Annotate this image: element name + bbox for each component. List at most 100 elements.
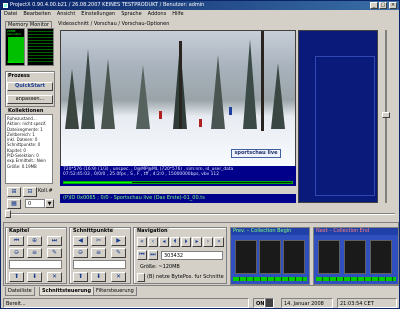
tab-dateiliste[interactable]: Dateiliste <box>5 287 35 296</box>
status-bar: Bereit... ON 14. Januar 2008 21:03:54 CE… <box>1 298 399 309</box>
nav-back-10-icon[interactable]: « <box>137 237 147 247</box>
prev-indicator <box>233 277 307 281</box>
chapter-load-icon[interactable]: ⬆ <box>9 272 24 282</box>
chapter-edit-icon[interactable]: ✎ <box>47 248 62 258</box>
nav-fwd-10-icon[interactable]: » <box>214 237 224 247</box>
position-slider[interactable] <box>3 209 399 219</box>
prev-collection-title: Prev. – Collection Begin <box>233 228 292 234</box>
add-collection-button[interactable]: ⊞ <box>7 187 21 197</box>
chapter-delete-icon[interactable]: ⊖ <box>9 248 24 258</box>
close-button[interactable]: × <box>389 2 397 9</box>
tree-trunk <box>261 31 264 131</box>
cut-select[interactable] <box>73 260 126 269</box>
tree <box>271 63 285 129</box>
memory-graph <box>27 28 54 66</box>
chapter-clear-icon[interactable]: ✕ <box>47 272 62 282</box>
koll-select[interactable]: 0 <box>25 199 45 208</box>
vertical-slider-thumb[interactable] <box>382 112 390 118</box>
menu-sprache[interactable]: Sprache <box>118 10 144 19</box>
menu-ansicht[interactable]: Ansicht <box>54 10 78 19</box>
nav-fwd-1-icon[interactable]: ▸ <box>192 237 202 247</box>
video-tab[interactable]: Videoschnitt / Vorschau / Vorschau-Optio… <box>58 21 169 28</box>
memory-used-text: 5MB used <box>7 60 22 64</box>
tab-schnittsteuerung[interactable]: Schnittsteuerung <box>39 287 95 296</box>
cut-load-icon[interactable]: ⬆ <box>73 272 88 282</box>
chapter-next-icon[interactable]: ⏭ <box>47 236 62 246</box>
size-display: Größe: ~120MB <box>137 262 223 271</box>
cut-delete-icon[interactable]: ⊖ <box>73 248 88 258</box>
position-slider-track <box>7 213 395 215</box>
kapitel-label: Kapitel <box>8 228 31 234</box>
maximize-button[interactable]: □ <box>379 2 387 9</box>
chevron-down-icon[interactable]: ▼ <box>45 199 54 208</box>
nav-position-input[interactable]: 303432 <box>161 251 223 260</box>
menu-addons[interactable]: Addons <box>145 10 170 19</box>
stream-progress-fill <box>64 182 133 183</box>
memory-bar: 29MB allocated 5MB used <box>5 28 25 66</box>
next-collection-title: Next – Collection End <box>316 228 370 234</box>
prev-thumb <box>283 240 305 274</box>
cut-save-icon[interactable]: ⬇ <box>91 272 106 282</box>
quickstart-button[interactable]: QuickStart <box>7 82 53 91</box>
info-line: exp.Ermittelt.: Nein <box>7 158 46 164</box>
minimize-button[interactable]: _ <box>370 2 378 9</box>
nav-end-icon[interactable]: ⏭ <box>148 250 158 260</box>
stream-info: 720*576 (16:9) (1/3) , unspec. , 0@MP@ML… <box>60 166 296 186</box>
tree-trunk <box>179 41 182 129</box>
remove-collection-button[interactable]: ⊟ <box>23 187 37 197</box>
video-preview: sportschau live <box>60 30 296 168</box>
anpassen-button[interactable]: anpassen... <box>7 95 53 104</box>
menu-hilfe[interactable]: Hilfe <box>169 10 186 19</box>
memory-allocated-text: 29MB allocated <box>7 29 21 36</box>
nav-next-frame-icon[interactable]: ⏵ <box>181 237 191 247</box>
nav-start-icon[interactable]: ⏮ <box>137 250 147 260</box>
cut-edit-icon[interactable]: ✎ <box>111 248 126 258</box>
tree <box>136 65 150 129</box>
bytepos-label: (B) netze BytePos. fur Schnitte <box>147 274 224 280</box>
nav-back-1-icon[interactable]: ◂ <box>159 237 169 247</box>
stream-info-line2: 07:52:45:03 , 0/0/0 , 25.0fps , S , F , … <box>63 172 219 177</box>
status-time: 21:03:54 CET <box>337 298 397 308</box>
status-indicator <box>265 298 274 308</box>
navigation-label: Navigation <box>136 228 169 234</box>
info-line: Größe: 0.19MB <box>7 163 37 169</box>
prev-thumb <box>259 240 281 274</box>
bytepos-checkbox[interactable] <box>137 273 145 282</box>
prev-collection-preview: Prev. – Collection Begin <box>230 227 310 285</box>
chapter-prev-icon[interactable]: ⏮ <box>9 236 24 246</box>
vertical-slider[interactable] <box>382 30 390 203</box>
memory-monitor-tab[interactable]: Memory Monitor <box>5 21 52 28</box>
app-window: ProjectX 0.90.4.00.b21 / 26.08.2007 KEIN… <box>0 0 400 309</box>
menu-datei[interactable]: Datei <box>1 10 20 19</box>
schnittpunkte-label: Schnittpunkte <box>72 228 114 234</box>
prozess-label: Prozess <box>7 73 31 79</box>
chapter-list-icon[interactable]: ≡ <box>27 248 42 258</box>
skier <box>159 111 162 119</box>
tree <box>81 49 95 129</box>
cut-prev-icon[interactable]: ◀ <box>73 236 88 246</box>
collection-tool-button[interactable]: ▦ <box>7 199 21 209</box>
position-slider-thumb[interactable] <box>5 210 11 218</box>
tree <box>211 55 225 129</box>
sportschau-logo: sportschau live <box>231 149 281 158</box>
koll-number-label: Koll.# <box>38 188 53 194</box>
chapter-add-icon[interactable]: ⊕ <box>27 236 42 246</box>
status-on: ON <box>253 298 265 308</box>
chapter-select[interactable] <box>9 260 62 269</box>
tree <box>65 69 79 129</box>
next-thumb <box>370 240 392 274</box>
next-indicator <box>316 277 396 281</box>
pid-info: (P)ID 0x0065 ; 0/0 - Sportschau live (Da… <box>60 194 296 203</box>
cut-add-icon[interactable]: ✂ <box>91 236 106 246</box>
memory-graph-lines <box>28 31 53 63</box>
nav-prev-frame-icon[interactable]: ⏴ <box>170 237 180 247</box>
nav-fwd-5-icon[interactable]: › <box>203 237 213 247</box>
nav-back-5-icon[interactable]: ‹ <box>148 237 158 247</box>
menu-einstellungen[interactable]: Einstellungen <box>78 10 118 19</box>
menu-bearbeiten[interactable]: Bearbeiten <box>20 10 53 19</box>
cut-clear-icon[interactable]: ✕ <box>111 272 126 282</box>
cut-next-icon[interactable]: ▶ <box>111 236 126 246</box>
cut-list-icon[interactable]: ≡ <box>91 248 106 258</box>
tab-filtersteuerung[interactable]: Filtersteuerung <box>93 287 137 296</box>
chapter-save-icon[interactable]: ⬇ <box>27 272 42 282</box>
